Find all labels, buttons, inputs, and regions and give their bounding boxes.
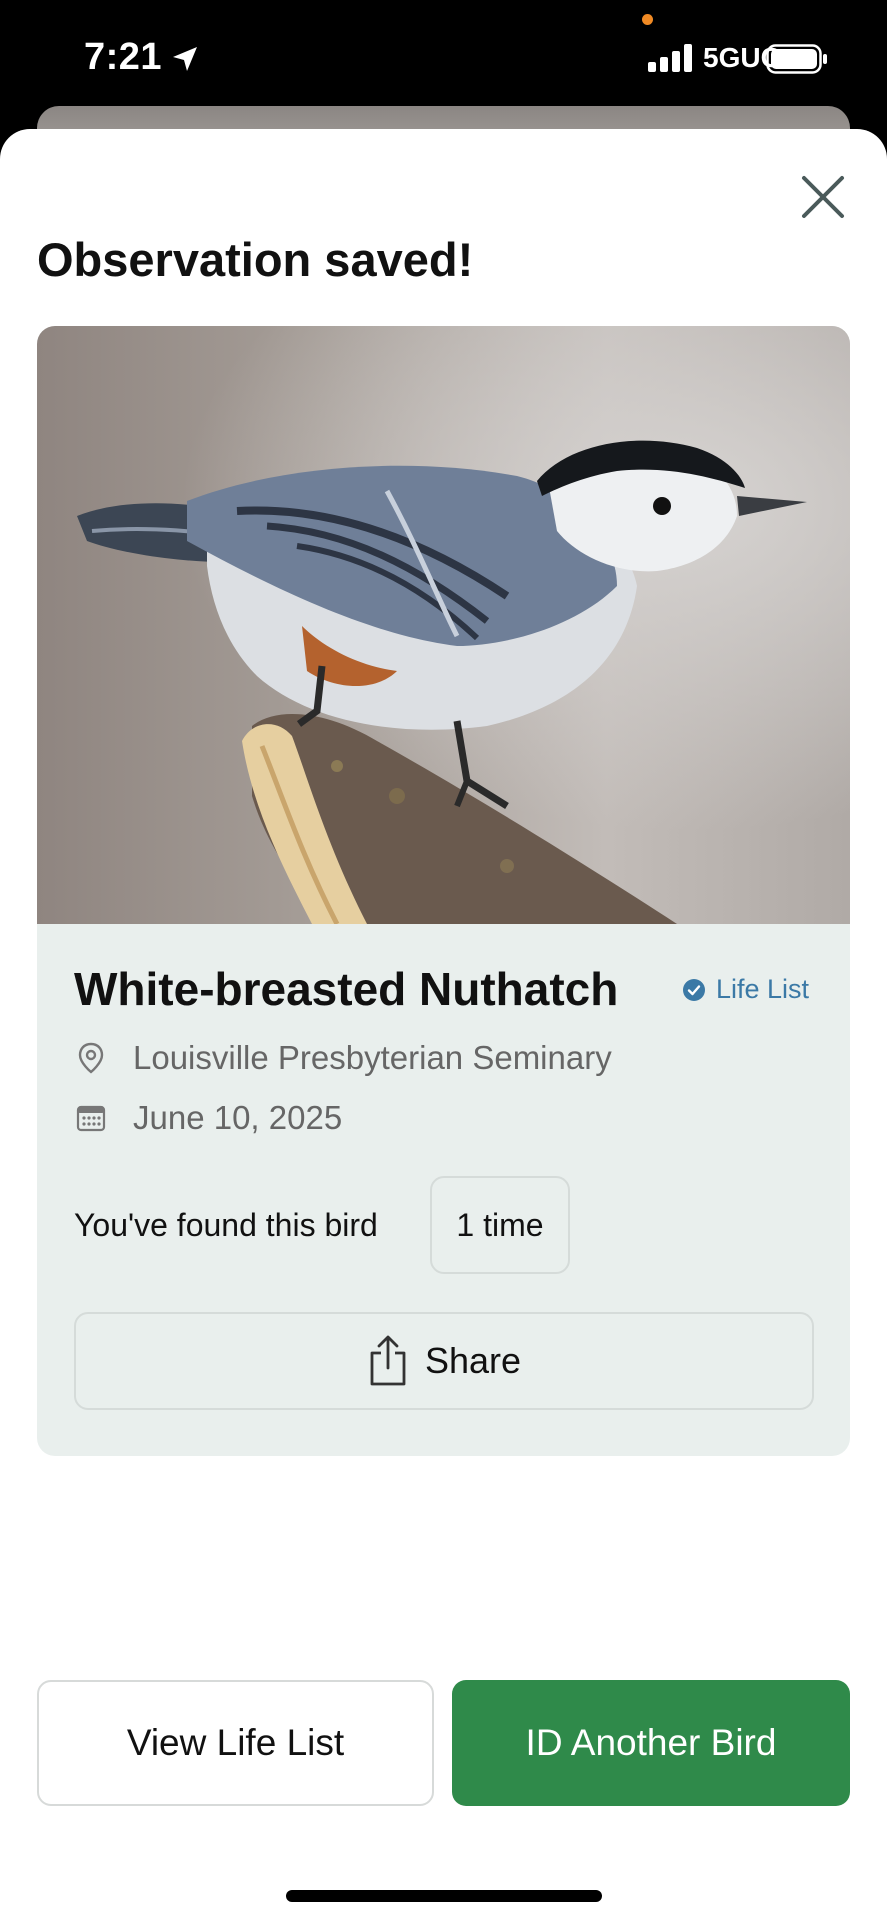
- species-name: White-breasted Nuthatch: [74, 963, 619, 1015]
- location-text: Louisville Presbyterian Seminary: [133, 1039, 612, 1076]
- share-icon: [370, 1335, 406, 1386]
- found-count-badge: 1 time: [430, 1176, 570, 1274]
- close-button[interactable]: [798, 172, 848, 222]
- id-another-bird-label: ID Another Bird: [525, 1722, 777, 1763]
- home-indicator: [286, 1890, 602, 1902]
- view-life-list-label: View Life List: [126, 1722, 345, 1763]
- status-time: 7:21: [84, 36, 163, 78]
- close-icon: [802, 176, 844, 218]
- status-bar: 7:21 5GUC: [0, 0, 887, 118]
- battery-icon: [766, 44, 828, 79]
- location-arrow-icon: [170, 44, 200, 79]
- life-list-badge-label: Life List: [716, 974, 810, 1004]
- found-count-label: You've found this bird: [74, 1207, 378, 1243]
- view-life-list-button[interactable]: View Life List: [37, 1680, 434, 1806]
- share-button-label: Share: [424, 1340, 522, 1381]
- signal-icon: [648, 44, 694, 77]
- location-pin-icon: [74, 1041, 108, 1075]
- life-list-badge: Life List: [682, 974, 809, 1005]
- observation-card: White-breasted Nuthatch Life List Louisv…: [37, 326, 850, 1456]
- date-text: June 10, 2025: [133, 1099, 343, 1136]
- verified-check-icon: [683, 978, 705, 1001]
- calendar-icon: [74, 1101, 108, 1135]
- page-title: Observation saved!: [37, 233, 474, 286]
- id-another-bird-button[interactable]: ID Another Bird: [452, 1680, 850, 1806]
- share-button[interactable]: Share: [74, 1312, 814, 1410]
- bird-photo: [37, 326, 850, 926]
- location-row: Louisville Presbyterian Seminary: [74, 1039, 612, 1077]
- privacy-indicator-dot: [642, 14, 653, 25]
- date-row: June 10, 2025: [74, 1099, 342, 1137]
